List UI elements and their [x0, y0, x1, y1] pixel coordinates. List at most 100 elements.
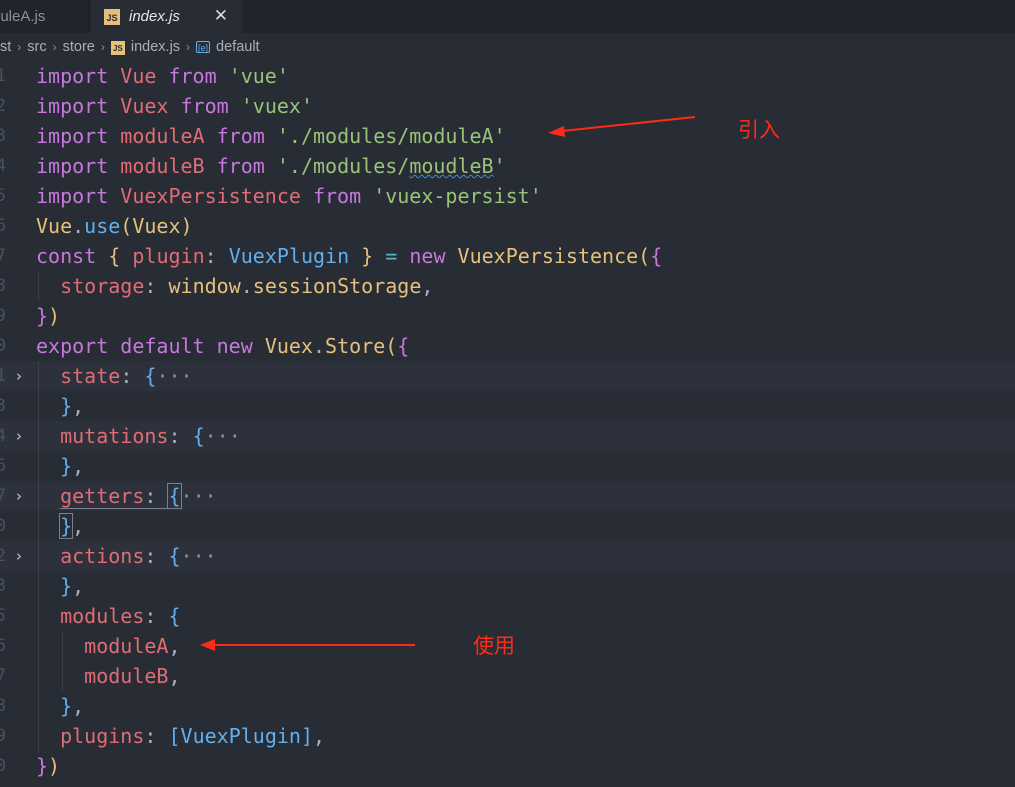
string-literal: './modules/moduleA' [276, 124, 506, 148]
code-line-folded[interactable]: 4 › mutations: {··· [0, 421, 1015, 451]
line-number: 4 [0, 156, 6, 176]
punctuation: : [168, 424, 181, 448]
folded-ellipsis[interactable]: ··· [156, 364, 192, 388]
tab-index-label: index.js [129, 8, 180, 25]
breadcrumb-item-src[interactable]: src [27, 39, 46, 55]
keyword: import [36, 124, 109, 148]
code-line-folded[interactable]: 2 › actions: {··· [0, 541, 1015, 571]
code-line[interactable]: 0 }) [0, 751, 1015, 781]
code-line-folded[interactable]: 1 › state: {··· [0, 361, 1015, 391]
line-number: 4 [0, 426, 6, 446]
import-annotation: 引入 [738, 118, 780, 142]
operator: = [385, 244, 398, 268]
bracket: { [192, 424, 205, 448]
spelling-warning[interactable]: moudleB [409, 154, 493, 178]
line-number: 6 [0, 216, 6, 236]
bracket: { [397, 334, 410, 358]
code-line[interactable]: 0 export default new Vuex.Store({ [0, 331, 1015, 361]
fold-expand-icon[interactable]: › [16, 541, 22, 571]
breadcrumb-item-store[interactable]: store [63, 39, 95, 55]
javascript-file-icon: JS [104, 8, 120, 25]
code-line[interactable]: 7 const { plugin: VuexPlugin } = new Vue… [0, 241, 1015, 271]
code-line[interactable]: 8 storage: window.sessionStorage, [0, 271, 1015, 301]
line-number: 7 [0, 246, 6, 266]
folded-ellipsis[interactable]: ··· [205, 424, 241, 448]
code-line[interactable]: 4 import moduleB from './modules/moudleB… [0, 151, 1015, 181]
property: sessionStorage [252, 274, 422, 298]
identifier: moduleA [84, 634, 169, 658]
punctuation: : [144, 274, 157, 298]
code-line-folded[interactable]: 7 › getters: {··· [0, 481, 1015, 511]
code-line[interactable]: 2 import Vuex from 'vuex' [0, 91, 1015, 121]
code-line[interactable]: 7 moduleB, [0, 661, 1015, 691]
punctuation: . [240, 274, 253, 298]
keyword: from [180, 94, 229, 118]
identifier: moduleB [84, 664, 169, 688]
code-line[interactable]: 5 import VuexPersistence from 'vuex-pers… [0, 181, 1015, 211]
line-number: 2 [0, 546, 6, 566]
folded-ellipsis[interactable]: ··· [181, 484, 217, 508]
line-number: 5 [0, 186, 6, 206]
code-line[interactable]: 1 import Vue from 'vue' [0, 61, 1015, 91]
close-icon[interactable]: ✕ [214, 7, 228, 25]
bracket: } [60, 574, 73, 598]
breadcrumb-item-test[interactable]: st [0, 39, 11, 55]
keyword: from [168, 64, 217, 88]
string-part: './modules/ [276, 154, 410, 178]
line-number: 3 [0, 126, 6, 146]
punctuation: : [144, 604, 157, 628]
tab-index[interactable]: JS index.js ✕ [90, 0, 242, 33]
code-line[interactable]: 6 Vue.use(Vuex) [0, 211, 1015, 241]
code-line[interactable]: 3 import moduleA from './modules/moduleA… [0, 121, 1015, 151]
string-literal: './modules/moudleB' [277, 154, 506, 178]
breadcrumb-item-default[interactable]: [e] default [196, 39, 260, 55]
fold-expand-icon[interactable]: › [16, 361, 22, 391]
keyword: import [36, 94, 109, 118]
bracket: [ [168, 724, 181, 748]
function-name: use [84, 214, 121, 238]
identifier: Vuex [120, 94, 169, 118]
fold-expand-icon[interactable]: › [16, 421, 22, 451]
code-line[interactable]: 9 }) [0, 301, 1015, 331]
punctuation: , [72, 574, 85, 598]
breadcrumb-item-index[interactable]: JS index.js [110, 39, 181, 55]
keyword: import [36, 64, 109, 88]
line-number: 5 [0, 606, 6, 626]
tab-modulea-label: duleA.js [0, 8, 46, 25]
line-number: 0 [0, 516, 6, 536]
breadcrumb-item-default-label: default [216, 39, 260, 55]
code-line[interactable]: 6 }, [0, 451, 1015, 481]
bracket-match: { [167, 483, 182, 509]
identifier: Vue [120, 64, 157, 88]
punctuation: . [72, 214, 85, 238]
punctuation: , [72, 694, 85, 718]
punctuation: . [312, 334, 326, 358]
tab-modulea[interactable]: duleA.js [0, 0, 90, 33]
symbol-variable-icon: [e] [196, 41, 211, 53]
bracket: ) [48, 304, 61, 328]
property: plugin [132, 244, 205, 268]
bracket: { [108, 244, 121, 268]
keyword: new [409, 244, 446, 268]
bracket: ( [120, 214, 133, 238]
identifier: window [168, 274, 241, 298]
identifier: moduleB [120, 154, 205, 178]
line-number: 7 [0, 666, 6, 686]
property: actions [60, 544, 145, 568]
code-line[interactable]: 3 }, [0, 571, 1015, 601]
folded-ellipsis[interactable]: ··· [181, 544, 217, 568]
bracket: ( [385, 334, 398, 358]
breadcrumb-item-index-label: index.js [130, 39, 181, 55]
code-line[interactable]: 5 modules: { [0, 601, 1015, 631]
bracket-match: } [59, 513, 74, 539]
string-literal: 'vuex' [240, 94, 313, 118]
code-line[interactable]: 0 }, [0, 511, 1015, 541]
code-line[interactable]: 9 plugins: [VuexPlugin], [0, 721, 1015, 751]
code-line[interactable]: 8 }, [0, 691, 1015, 721]
code-line[interactable]: 3 }, [0, 391, 1015, 421]
fold-expand-icon[interactable]: › [16, 481, 22, 511]
chevron-right-icon: › [17, 40, 22, 54]
keyword: import [36, 154, 109, 178]
bracket: } [60, 454, 73, 478]
identifier: moduleA [120, 124, 205, 148]
